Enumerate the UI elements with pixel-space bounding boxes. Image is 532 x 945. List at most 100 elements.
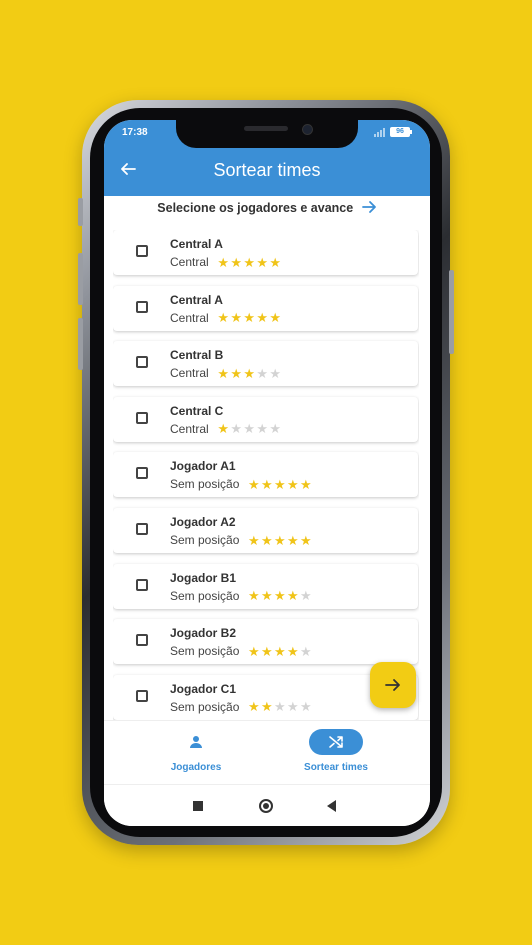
nav-item-jogadores[interactable]: Jogadores — [136, 721, 256, 773]
player-checkbox[interactable] — [136, 356, 148, 369]
player-name: Jogador B2 — [170, 626, 237, 641]
player-details: Sem posição ★ ★ ★ ★ ★ — [170, 533, 312, 547]
player-checkbox[interactable] — [136, 634, 148, 647]
player-card[interactable]: Jogador B2 Sem posição ★ ★ ★ ★ ★ — [113, 619, 418, 665]
star-icon: ★ — [300, 476, 312, 492]
player-name: Central A — [170, 237, 223, 251]
camera-notch — [176, 120, 358, 148]
status-icons: 96 — [374, 127, 412, 137]
player-position: Central — [170, 421, 209, 436]
battery-icon: 96 — [390, 127, 412, 137]
nav-label: Sortear times — [304, 762, 368, 773]
star-icon: ★ — [261, 643, 273, 659]
player-card[interactable]: Central B Central ★ ★ ★ ★ ★ — [113, 341, 418, 387]
arrow-right-icon — [361, 201, 376, 213]
star-icon: ★ — [287, 532, 299, 548]
player-rating: ★ ★ ★ ★ ★ — [217, 311, 282, 324]
player-name: Central B — [170, 348, 224, 363]
star-icon: ★ — [243, 421, 256, 437]
star-icon: ★ — [287, 643, 299, 659]
star-icon: ★ — [300, 588, 312, 604]
phone-side-button — [78, 198, 83, 226]
earpiece-speaker — [244, 126, 288, 131]
star-icon: ★ — [256, 254, 269, 270]
player-name: Central C — [170, 403, 224, 418]
nav-icon-container-active — [309, 729, 363, 755]
player-details: Central ★ ★ ★ ★ ★ — [170, 366, 282, 380]
player-name: Jogador A2 — [170, 515, 236, 529]
star-icon: ★ — [248, 476, 260, 492]
advance-fab-button[interactable] — [370, 662, 416, 708]
star-icon: ★ — [287, 588, 299, 604]
star-icon: ★ — [274, 588, 286, 604]
system-back-icon[interactable] — [327, 800, 336, 812]
player-name: Jogador B1 — [170, 570, 237, 585]
star-icon: ★ — [217, 254, 230, 270]
player-position: Sem posição — [170, 644, 240, 659]
player-rating: ★ ★ ★ ★ ★ — [217, 367, 282, 380]
shuffle-icon — [329, 736, 343, 748]
system-navigation-bar — [104, 784, 430, 826]
star-icon: ★ — [269, 254, 282, 270]
player-checkbox[interactable] — [136, 411, 148, 424]
player-checkbox[interactable] — [136, 467, 148, 480]
player-card[interactable]: Central A Central ★ ★ ★ ★ ★ — [113, 230, 418, 275]
star-icon: ★ — [274, 643, 286, 659]
player-rating: ★ ★ ★ ★ ★ — [247, 589, 312, 602]
player-rating: ★ ★ ★ ★ ★ — [247, 645, 312, 658]
star-icon: ★ — [248, 588, 260, 604]
nav-icon-container — [169, 729, 223, 755]
phone-power-button — [449, 270, 454, 354]
star-icon: ★ — [230, 254, 243, 270]
page-title: Sortear times — [213, 160, 321, 180]
instruction-banner[interactable]: Selecione os jogadores e avance — [104, 200, 430, 215]
player-checkbox[interactable] — [136, 689, 148, 702]
star-icon: ★ — [248, 643, 260, 659]
star-icon: ★ — [248, 532, 260, 548]
home-icon[interactable] — [259, 799, 273, 813]
star-icon: ★ — [217, 365, 230, 381]
player-checkbox[interactable] — [136, 245, 148, 257]
player-details: Sem posição ★ ★ ★ ★ ★ — [170, 477, 312, 491]
star-icon: ★ — [217, 310, 230, 326]
player-card[interactable]: Central A Central ★ ★ ★ ★ ★ — [113, 285, 418, 331]
person-icon — [190, 736, 202, 748]
player-card[interactable]: Jogador A1 Sem posição ★ ★ ★ ★ ★ — [113, 452, 418, 498]
player-checkbox[interactable] — [136, 300, 148, 313]
star-icon: ★ — [243, 310, 256, 326]
player-position: Sem posição — [170, 533, 240, 547]
star-icon: ★ — [230, 421, 243, 437]
star-icon: ★ — [256, 310, 269, 326]
player-position: Sem posição — [170, 588, 240, 603]
phone-volume-down-button — [78, 318, 83, 370]
star-icon: ★ — [261, 476, 273, 492]
player-details: Central ★ ★ ★ ★ ★ — [170, 422, 282, 436]
bottom-navigation: Jogadores Sortear times — [104, 720, 430, 785]
player-position: Central — [170, 310, 209, 325]
nav-item-sortear-times[interactable]: Sortear times — [276, 721, 396, 773]
player-list[interactable]: Central A Central ★ ★ ★ ★ ★ Central A Central ★ ★ ★… — [113, 230, 419, 720]
app-screen: 17:38 96 Sortear times Selecione os joga… — [104, 120, 430, 826]
player-card[interactable]: Central C Central ★ ★ ★ ★ ★ — [113, 396, 418, 442]
star-icon: ★ — [269, 365, 282, 381]
player-checkbox[interactable] — [136, 523, 148, 535]
star-icon: ★ — [256, 421, 269, 437]
star-icon: ★ — [243, 254, 256, 270]
front-camera — [302, 124, 313, 135]
star-icon: ★ — [269, 421, 282, 437]
star-icon: ★ — [217, 421, 230, 437]
star-icon: ★ — [300, 532, 312, 548]
player-details: Sem posição ★ ★ ★ ★ ★ — [170, 589, 312, 603]
player-rating: ★ ★ ★ ★ ★ — [247, 534, 312, 547]
star-icon: ★ — [274, 476, 286, 492]
star-icon: ★ — [274, 699, 286, 715]
player-rating: ★ ★ ★ ★ ★ — [217, 422, 282, 435]
player-name: Jogador A1 — [170, 459, 236, 474]
phone-volume-up-button — [78, 253, 83, 305]
recent-apps-icon[interactable] — [193, 801, 203, 811]
star-icon: ★ — [230, 365, 243, 381]
player-card[interactable]: Jogador A2 Sem posição ★ ★ ★ ★ ★ — [113, 508, 418, 553]
player-card[interactable]: Jogador B1 Sem posição ★ ★ ★ ★ ★ — [113, 563, 418, 609]
player-checkbox[interactable] — [136, 578, 148, 591]
player-details: Central ★ ★ ★ ★ ★ — [170, 255, 282, 269]
